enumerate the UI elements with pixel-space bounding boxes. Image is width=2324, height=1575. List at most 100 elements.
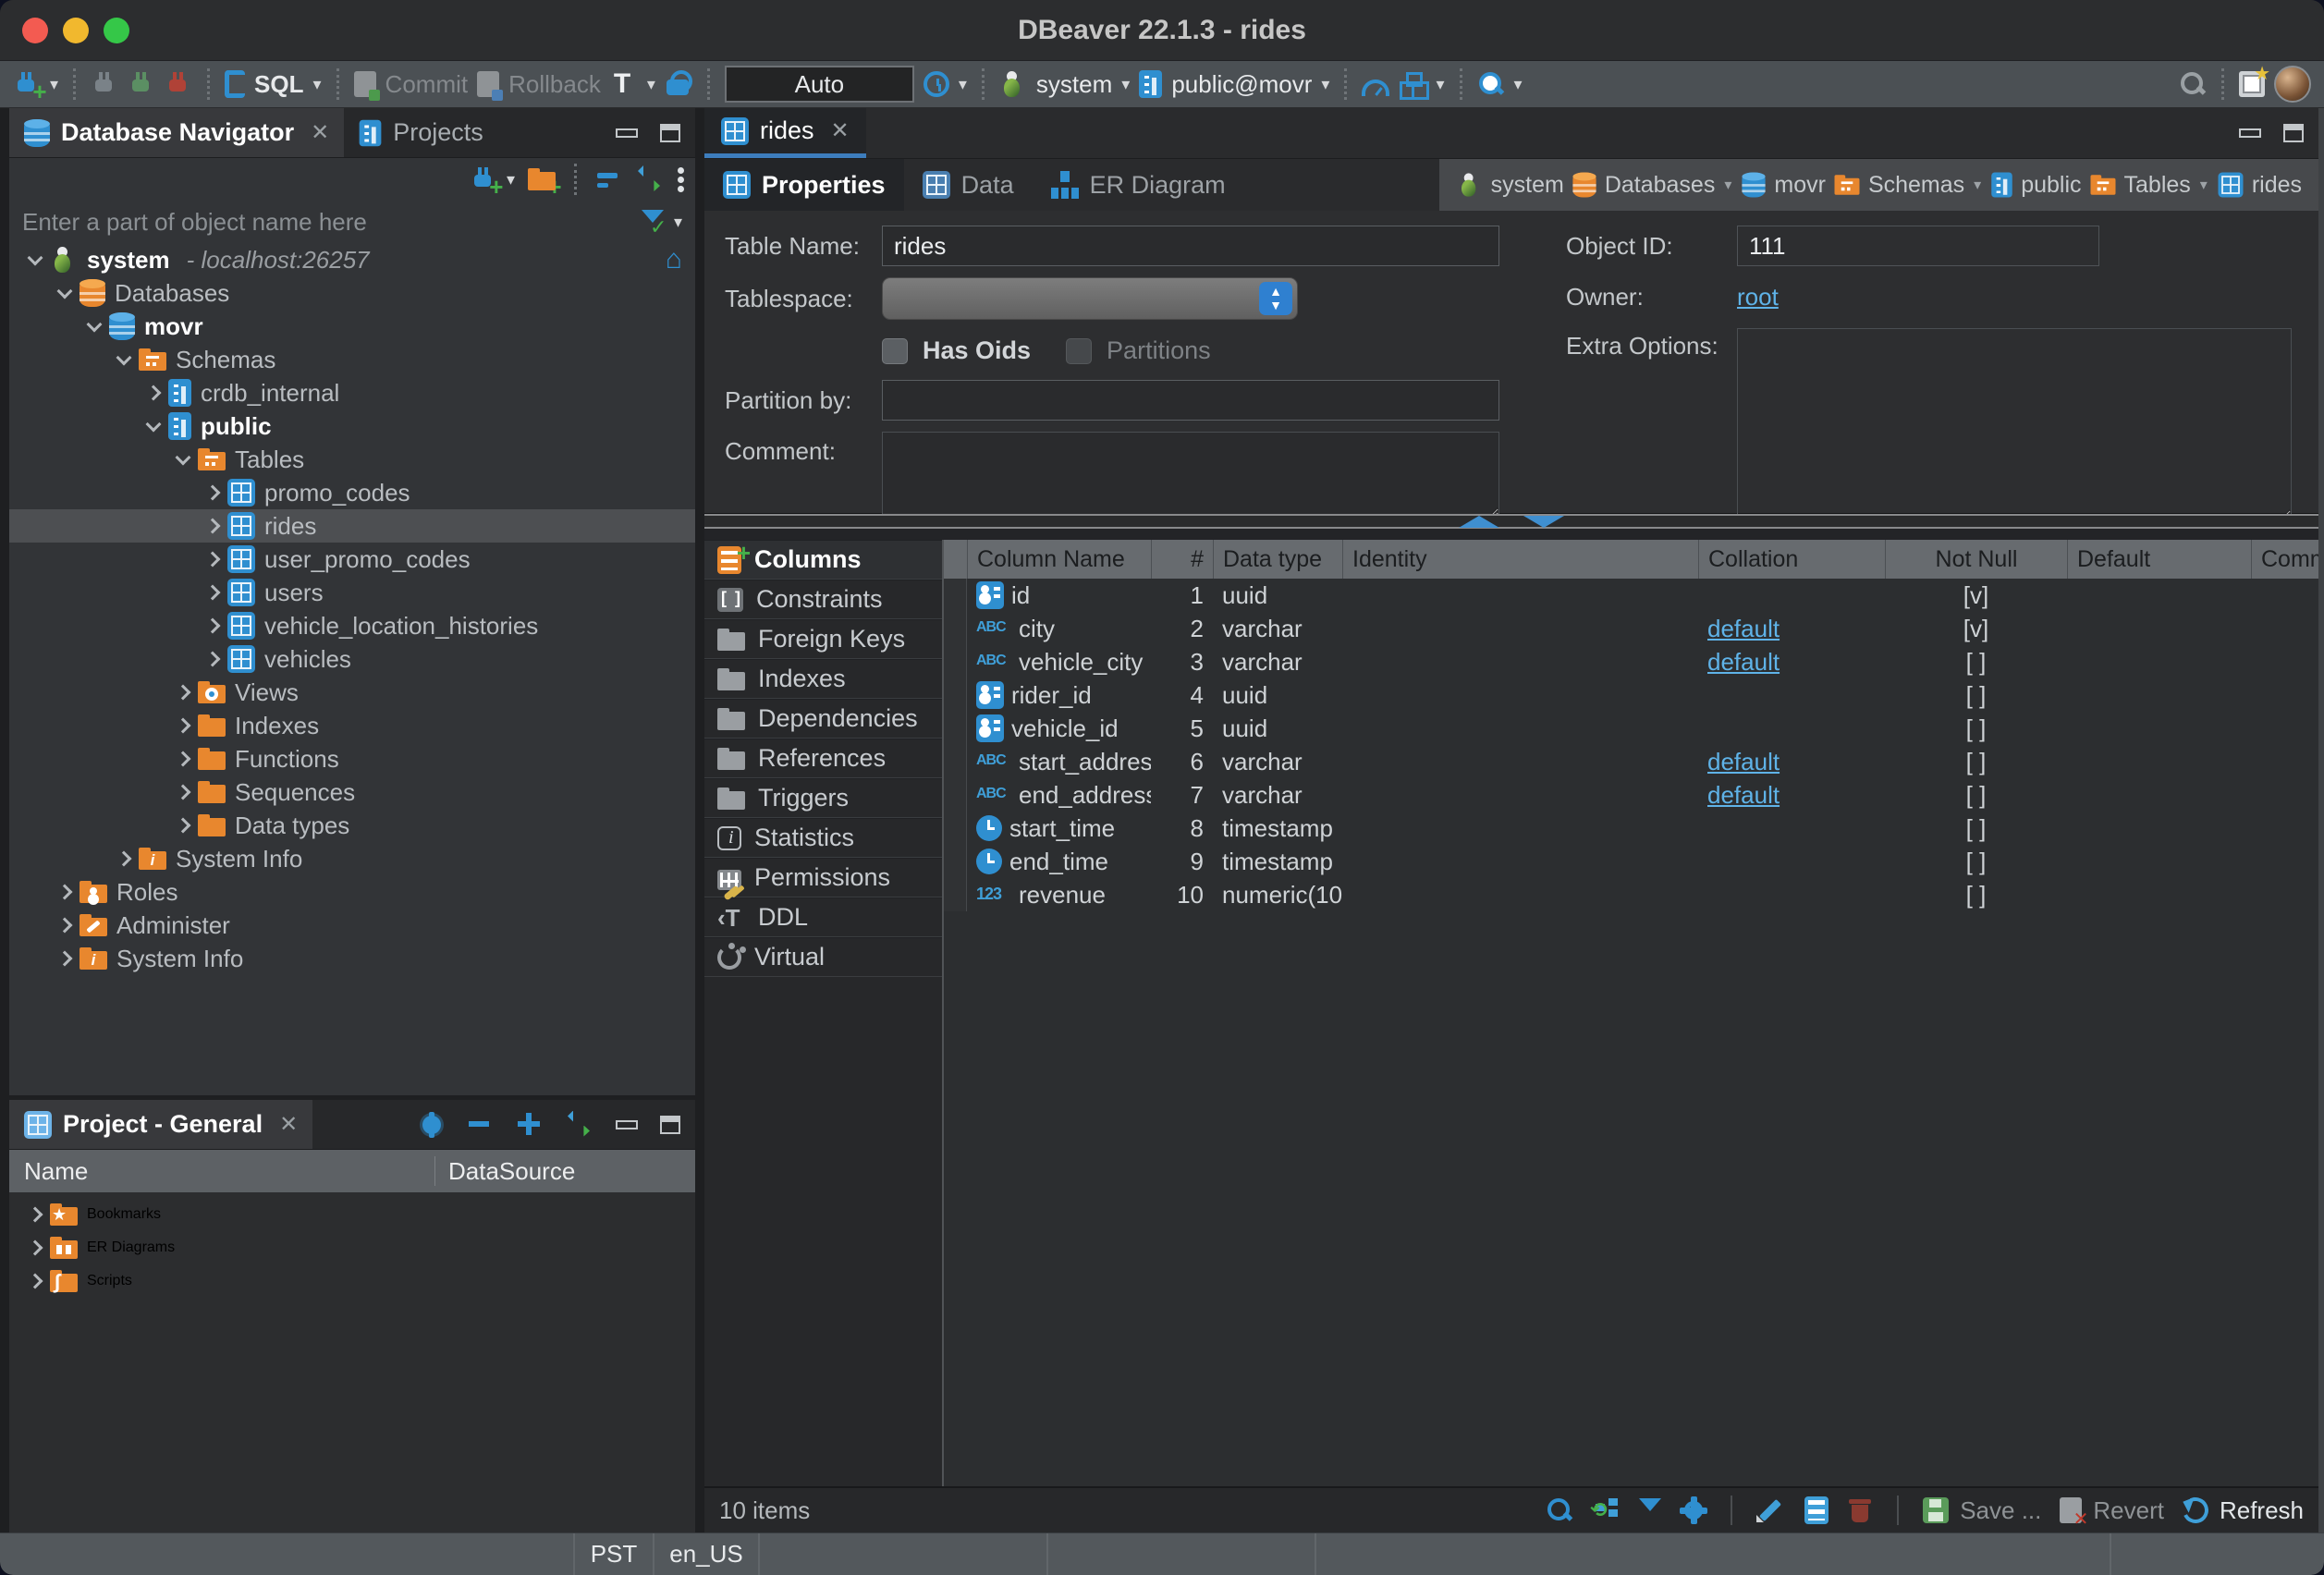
refresh-icon[interactable] bbox=[2179, 1494, 2212, 1527]
tree-item-users[interactable]: users bbox=[9, 576, 695, 609]
chevron-right-icon[interactable] bbox=[205, 618, 221, 634]
tree-item-data-types[interactable]: Data types bbox=[9, 809, 695, 842]
user-avatar[interactable] bbox=[2274, 66, 2311, 103]
chevron-right-icon[interactable] bbox=[28, 1207, 43, 1223]
col-header-identity[interactable]: Identity bbox=[1342, 540, 1698, 579]
section-statistics[interactable]: Statistics bbox=[704, 818, 942, 858]
collapse-down-icon[interactable] bbox=[1523, 516, 1564, 528]
maximize-panel-icon[interactable] bbox=[660, 1116, 680, 1134]
object-filter-input[interactable] bbox=[22, 208, 631, 237]
grid-row-vehicle-city[interactable]: vehicle_city 3 varchar default [ ] bbox=[944, 645, 2318, 678]
breadcrumb-public[interactable]: public bbox=[1990, 171, 2081, 199]
tree-item-movr[interactable]: movr bbox=[9, 310, 695, 343]
chevron-down-icon[interactable] bbox=[116, 350, 132, 366]
filter-dropdown-icon[interactable]: ▾ bbox=[674, 214, 682, 230]
new-connection-small-button[interactable]: +▾ bbox=[470, 165, 515, 193]
chevron-down-icon[interactable] bbox=[87, 317, 103, 333]
commit-button[interactable]: Commit bbox=[354, 70, 469, 99]
tree-item-sequences[interactable]: Sequences bbox=[9, 775, 695, 809]
project-item-scripts[interactable]: Scripts bbox=[9, 1264, 695, 1298]
chevron-right-icon[interactable] bbox=[205, 485, 221, 501]
collation-link[interactable]: default bbox=[1707, 781, 1780, 810]
collation-link[interactable]: default bbox=[1707, 648, 1780, 677]
section-virtual[interactable]: Virtual bbox=[704, 937, 942, 977]
tree-item-indexes[interactable]: Indexes bbox=[9, 709, 695, 742]
tree-item-system-info-db[interactable]: iSystem Info bbox=[9, 842, 695, 875]
column-header-datasource[interactable]: DataSource bbox=[434, 1156, 695, 1186]
section-references[interactable]: References bbox=[704, 739, 942, 778]
tree-item-roles[interactable]: Roles bbox=[9, 875, 695, 909]
filter-funnel-icon[interactable] bbox=[641, 208, 665, 236]
expand-up-icon[interactable] bbox=[1459, 516, 1499, 528]
chevron-right-icon[interactable] bbox=[176, 718, 191, 734]
tasks-button[interactable]: ▾ bbox=[1399, 70, 1444, 98]
col-header-not-null[interactable]: Not Null bbox=[1885, 540, 2067, 579]
tab-database-navigator[interactable]: Database Navigator ✕ bbox=[9, 108, 344, 157]
splitter-sash[interactable] bbox=[704, 514, 2318, 529]
subtab-data[interactable]: Data bbox=[904, 159, 1033, 211]
quick-search-icon[interactable] bbox=[2179, 70, 2207, 98]
timezone-indicator[interactable]: PST bbox=[575, 1533, 653, 1575]
tree-item-administer[interactable]: Administer bbox=[9, 909, 695, 942]
tree-item-views[interactable]: Views bbox=[9, 676, 695, 709]
tree-item-system-info[interactable]: iSystem Info bbox=[9, 942, 695, 975]
minimize-editor-icon[interactable] bbox=[2239, 128, 2261, 138]
dashboard-icon[interactable] bbox=[1362, 79, 1389, 96]
sync-structure-icon[interactable] bbox=[1592, 1496, 1620, 1524]
owner-link[interactable]: root bbox=[1737, 283, 1779, 311]
col-header-column-name[interactable]: Column Name bbox=[967, 540, 1151, 579]
transaction-log-button[interactable]: ▾ bbox=[610, 70, 655, 98]
lock-icon[interactable] bbox=[665, 70, 692, 98]
collation-link[interactable]: default bbox=[1707, 748, 1780, 776]
tree-item-rides[interactable]: rides bbox=[9, 509, 695, 543]
object-id-input[interactable] bbox=[1737, 226, 2099, 266]
chevron-right-icon[interactable] bbox=[205, 552, 221, 568]
breadcrumb-databases[interactable]: Databases▾ bbox=[1572, 171, 1734, 199]
col-header-data-type[interactable]: Data type bbox=[1213, 540, 1342, 579]
has-oids-checkbox[interactable] bbox=[882, 338, 908, 364]
chevron-right-icon[interactable] bbox=[57, 918, 73, 934]
grid-row-end-time[interactable]: end_time 9 timestamp [ ] bbox=[944, 845, 2318, 878]
partition-by-input[interactable] bbox=[882, 380, 1499, 421]
section-foreign-keys[interactable]: Foreign Keys bbox=[704, 619, 942, 659]
grid-row-start-time[interactable]: start_time 8 timestamp [ ] bbox=[944, 812, 2318, 845]
section-triggers[interactable]: Triggers bbox=[704, 778, 942, 818]
view-menu-icon[interactable] bbox=[677, 165, 684, 193]
revert-icon[interactable] bbox=[2060, 1497, 2082, 1523]
comment-textarea[interactable] bbox=[882, 432, 1499, 517]
active-connection-select[interactable]: system▾ bbox=[999, 70, 1130, 99]
transaction-history-button[interactable]: ▾ bbox=[923, 71, 967, 97]
maximize-panel-icon[interactable] bbox=[660, 124, 680, 142]
col-header-default[interactable]: Default bbox=[2067, 540, 2251, 579]
reconnect-icon[interactable] bbox=[128, 70, 155, 98]
tablespace-select[interactable]: ▲▼ bbox=[882, 277, 1298, 320]
rollback-button[interactable]: Rollback bbox=[477, 70, 601, 99]
grid-filter-icon[interactable] bbox=[1638, 1496, 1662, 1524]
new-table-config-icon[interactable] bbox=[2239, 71, 2265, 97]
tree-item-promo-codes[interactable]: promo_codes bbox=[9, 476, 695, 509]
link-with-editor-icon[interactable] bbox=[636, 165, 664, 193]
collapse-all-icon[interactable] bbox=[595, 165, 623, 193]
chevron-right-icon[interactable] bbox=[176, 818, 191, 834]
tab-projects[interactable]: Projects bbox=[344, 108, 498, 157]
close-tab-icon[interactable]: ✕ bbox=[831, 117, 850, 144]
close-window-button[interactable] bbox=[22, 18, 48, 43]
link-with-editor-icon[interactable] bbox=[566, 1111, 593, 1139]
project-item-er-diagrams[interactable]: ER Diagrams bbox=[9, 1231, 695, 1264]
new-folder-icon[interactable]: + bbox=[528, 165, 556, 193]
chevron-right-icon[interactable] bbox=[146, 385, 162, 401]
tree-item-functions[interactable]: Functions bbox=[9, 742, 695, 775]
breadcrumb-movr[interactable]: movr bbox=[1741, 171, 1826, 199]
tab-project-general[interactable]: Project - General ✕ bbox=[9, 1100, 312, 1149]
table-name-input[interactable] bbox=[882, 226, 1499, 266]
project-item-bookmarks[interactable]: Bookmarks bbox=[9, 1198, 695, 1231]
save-icon[interactable] bbox=[1923, 1497, 1949, 1523]
col-header-collation[interactable]: Collation bbox=[1698, 540, 1885, 579]
minimize-panel-icon[interactable] bbox=[616, 128, 638, 138]
chevron-right-icon[interactable] bbox=[176, 785, 191, 800]
disconnect-icon[interactable] bbox=[165, 70, 192, 98]
grid-row-city[interactable]: city 2 varchar default [v] bbox=[944, 612, 2318, 645]
tree-item-public[interactable]: public bbox=[9, 409, 695, 443]
section-columns[interactable]: Columns bbox=[704, 540, 942, 580]
editor-tab-rides[interactable]: rides ✕ bbox=[704, 108, 866, 158]
